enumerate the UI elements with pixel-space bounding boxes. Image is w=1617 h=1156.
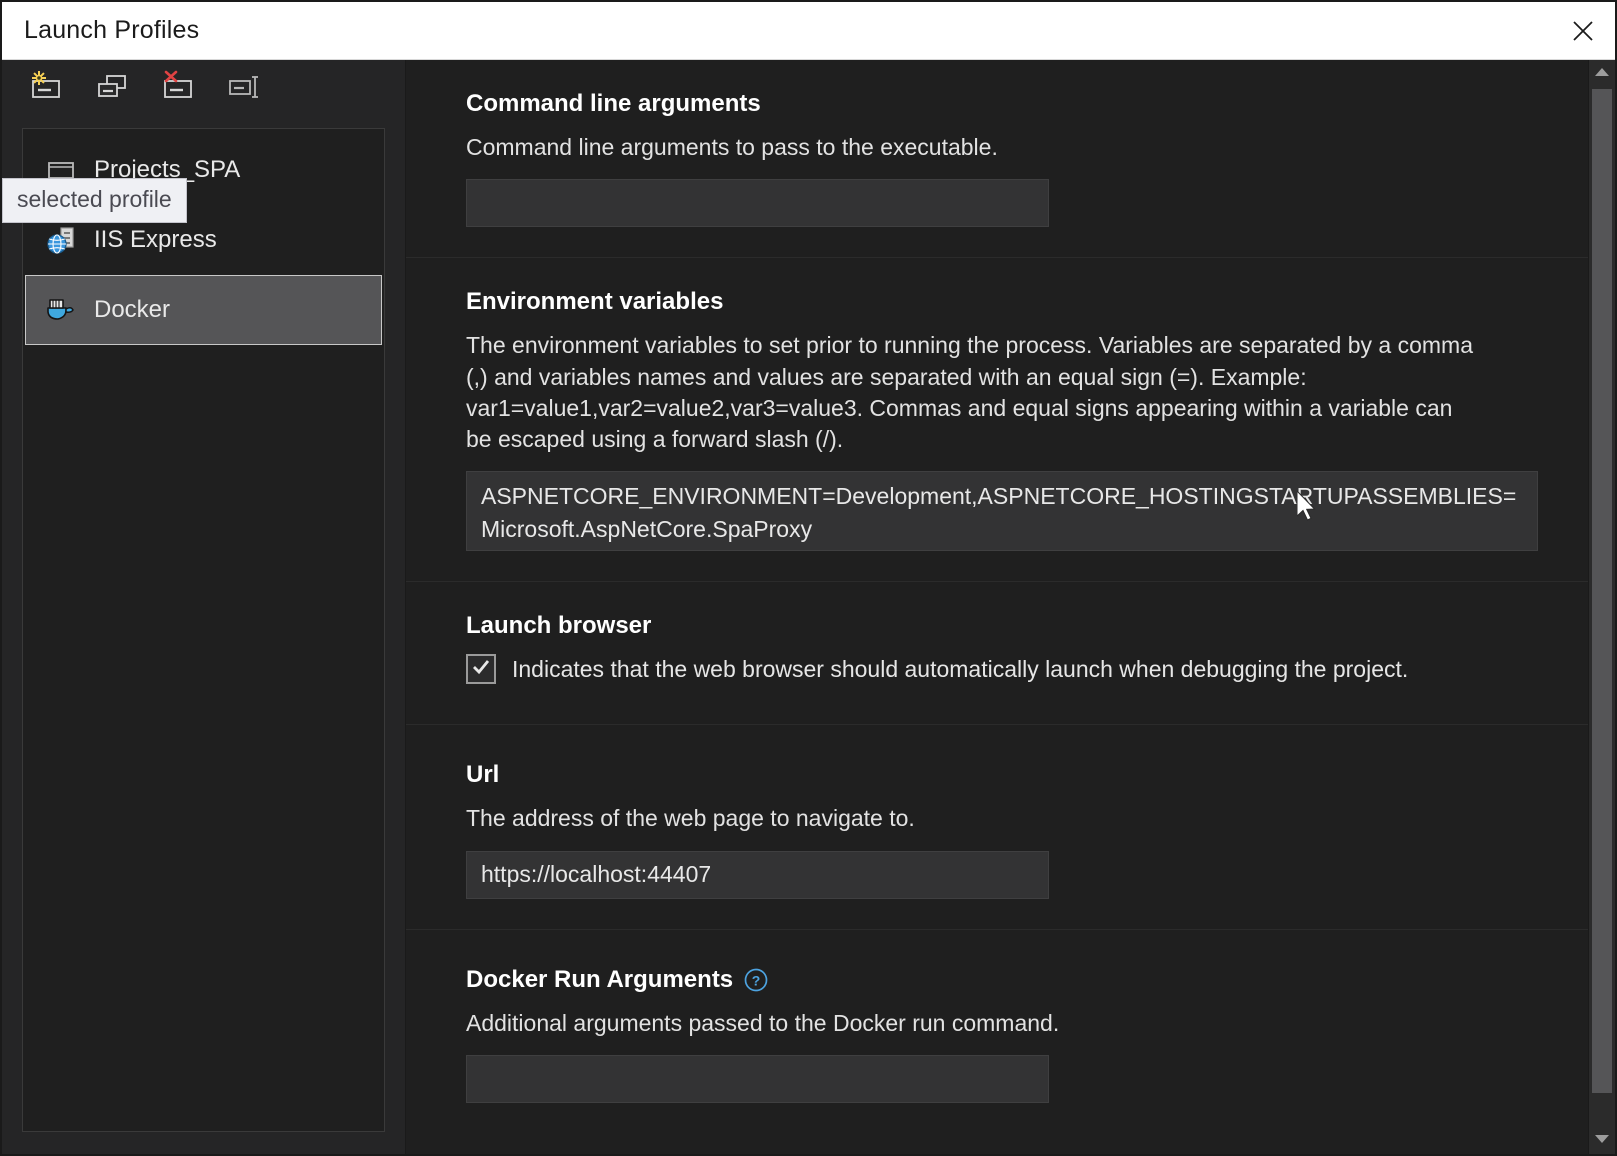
profiles-list: Projects_SPA — [22, 128, 385, 1132]
rename-profile-icon — [227, 70, 263, 107]
launch-browser-checkbox[interactable] — [466, 654, 496, 684]
profile-label: IIS Express — [94, 226, 217, 254]
docker-run-arguments-input[interactable] — [466, 1055, 1049, 1103]
checkmark-icon — [470, 656, 492, 683]
scroll-down-button[interactable] — [1589, 1127, 1615, 1154]
duplicate-profile-button[interactable] — [92, 69, 134, 107]
input-value: https://localhost:44407 — [481, 861, 711, 888]
section-launch-browser: Launch browser Indicates that the web br… — [406, 582, 1588, 725]
title-bar: Launch Profiles — [2, 2, 1615, 60]
delete-profile-icon — [161, 70, 197, 107]
command-line-arguments-input[interactable] — [466, 179, 1049, 227]
new-profile-button[interactable] — [26, 69, 68, 107]
chevron-down-icon — [1594, 1132, 1610, 1150]
help-circle-icon[interactable]: ? — [743, 967, 769, 993]
section-description: The environment variables to set prior t… — [466, 330, 1476, 455]
scrollbar-thumb[interactable] — [1592, 89, 1612, 1093]
scrollbar-track[interactable] — [1589, 87, 1615, 1127]
profiles-pane: Projects_SPA — [2, 60, 406, 1154]
scroll-up-button[interactable] — [1589, 60, 1615, 87]
docker-whale-icon — [44, 293, 78, 327]
launch-browser-label: Indicates that the web browser should au… — [512, 656, 1408, 683]
url-input[interactable]: https://localhost:44407 — [466, 851, 1049, 899]
new-profile-icon — [29, 70, 65, 107]
tooltip-text: selected profile — [17, 186, 172, 212]
section-title: Command line arguments — [466, 90, 1528, 118]
section-docker-run-arguments: Docker Run Arguments ? Additional argume… — [406, 930, 1588, 1133]
close-button[interactable] — [1551, 3, 1615, 59]
section-title: Docker Run Arguments ? — [466, 966, 1528, 994]
profile-label: Docker — [94, 296, 170, 324]
profile-item-docker[interactable]: Docker — [25, 275, 382, 345]
section-description: The address of the web page to navigate … — [466, 803, 1476, 834]
close-icon — [1568, 16, 1598, 46]
profiles-toolbar — [2, 60, 405, 116]
section-command-line-arguments: Command line arguments Command line argu… — [406, 60, 1588, 258]
input-value: ASPNETCORE_ENVIRONMENT=Development,ASPNE… — [481, 480, 1523, 544]
environment-variables-input[interactable]: ASPNETCORE_ENVIRONMENT=Development,ASPNE… — [466, 471, 1538, 551]
section-description: Command line arguments to pass to the ex… — [466, 132, 1476, 163]
launch-profiles-dialog: Launch Profiles — [0, 0, 1617, 1156]
section-url: Url The address of the web page to navig… — [406, 725, 1588, 929]
delete-profile-button[interactable] — [158, 69, 200, 107]
tooltip: selected profile — [2, 178, 187, 223]
iis-express-globe-icon — [44, 223, 78, 257]
svg-text:?: ? — [752, 972, 761, 988]
section-title: Environment variables — [466, 288, 1528, 316]
rename-profile-button[interactable] — [224, 69, 266, 107]
dialog-body: Projects_SPA — [2, 60, 1615, 1154]
vertical-scrollbar[interactable] — [1588, 60, 1615, 1154]
chevron-up-icon — [1594, 65, 1610, 83]
section-title-text: Docker Run Arguments — [466, 966, 733, 994]
launch-browser-row: Indicates that the web browser should au… — [466, 654, 1528, 684]
section-environment-variables: Environment variables The environment va… — [406, 258, 1588, 582]
page-title: Launch Profiles — [24, 16, 199, 45]
settings-pane: Command line arguments Command line argu… — [406, 60, 1615, 1154]
settings-content: Command line arguments Command line argu… — [406, 60, 1588, 1154]
section-title: Url — [466, 761, 1528, 789]
section-description: Additional arguments passed to the Docke… — [466, 1008, 1476, 1039]
copy-profile-icon — [95, 70, 131, 107]
section-title: Launch browser — [466, 612, 1528, 640]
